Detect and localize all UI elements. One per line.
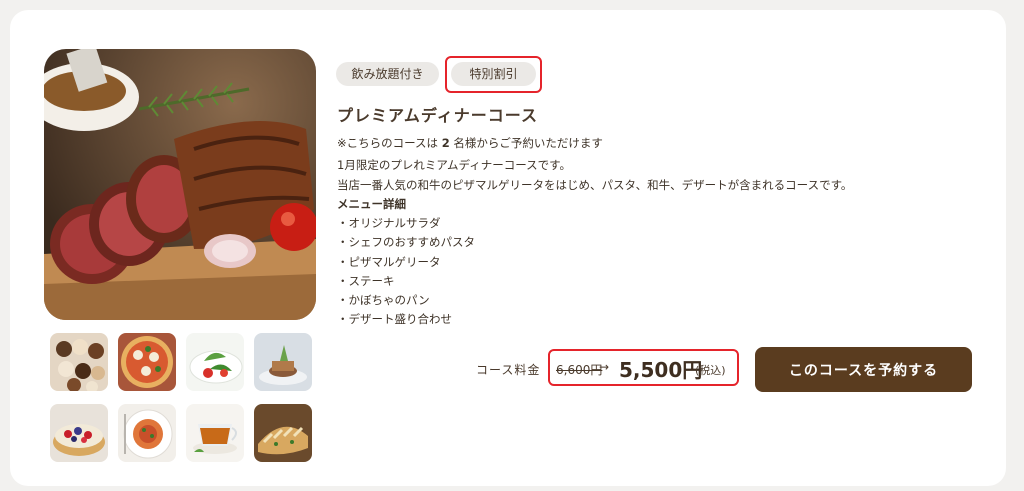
reservation-note: ※こちらのコースは 2 名様からご予約いただけます [337,135,603,151]
discounted-price: 5,500円 [619,358,703,382]
price-arrow: → [599,360,610,374]
thumbnail-appetizer[interactable] [254,333,312,391]
note-count: 2 [441,136,450,150]
tax-note: (税込) [695,364,726,377]
menu-item: ・シェフのおすすめパスタ [337,235,475,249]
description-line-1: 1月限定のプレれミアムディナーコースです。 [337,158,571,172]
menu-item: ・ピザマルゲリータ [337,255,441,269]
thumbnail-salad[interactable] [186,333,244,391]
reserve-course-button[interactable]: このコースを予約する [755,347,972,392]
course-title: プレミアムディナーコース [337,106,538,125]
thumbnail-berry-tart[interactable] [50,404,108,462]
tag-all-you-can-drink: 飲み放題付き [336,62,439,86]
menu-item: ・ステーキ [337,274,395,288]
thumbnail-cupcakes[interactable] [50,333,108,391]
note-suffix: 名様からご予約いただけます [453,136,603,150]
menu-heading: メニュー詳細 [337,197,406,211]
menu-item: ・かぼちゃのパン [337,293,430,307]
thumbnail-pasta[interactable] [118,404,176,462]
thumbnail-pizza[interactable] [118,333,176,391]
main-photo[interactable] [44,49,316,320]
menu-item: ・デザート盛り合わせ [337,312,452,326]
menu-item: ・オリジナルサラダ [337,216,441,230]
note-prefix: ※こちらのコースは [337,136,439,150]
highlight-box-tag [445,56,542,93]
original-price: 6,600円 [556,363,603,377]
description-line-2: 当店一番人気の和牛のピザマルゲリータをはじめ、パスタ、和牛、デザートが含まれるコ… [337,178,853,192]
thumbnail-bread[interactable] [254,404,312,462]
thumbnail-tea[interactable] [186,404,244,462]
price-label: コース料金 [476,363,541,377]
